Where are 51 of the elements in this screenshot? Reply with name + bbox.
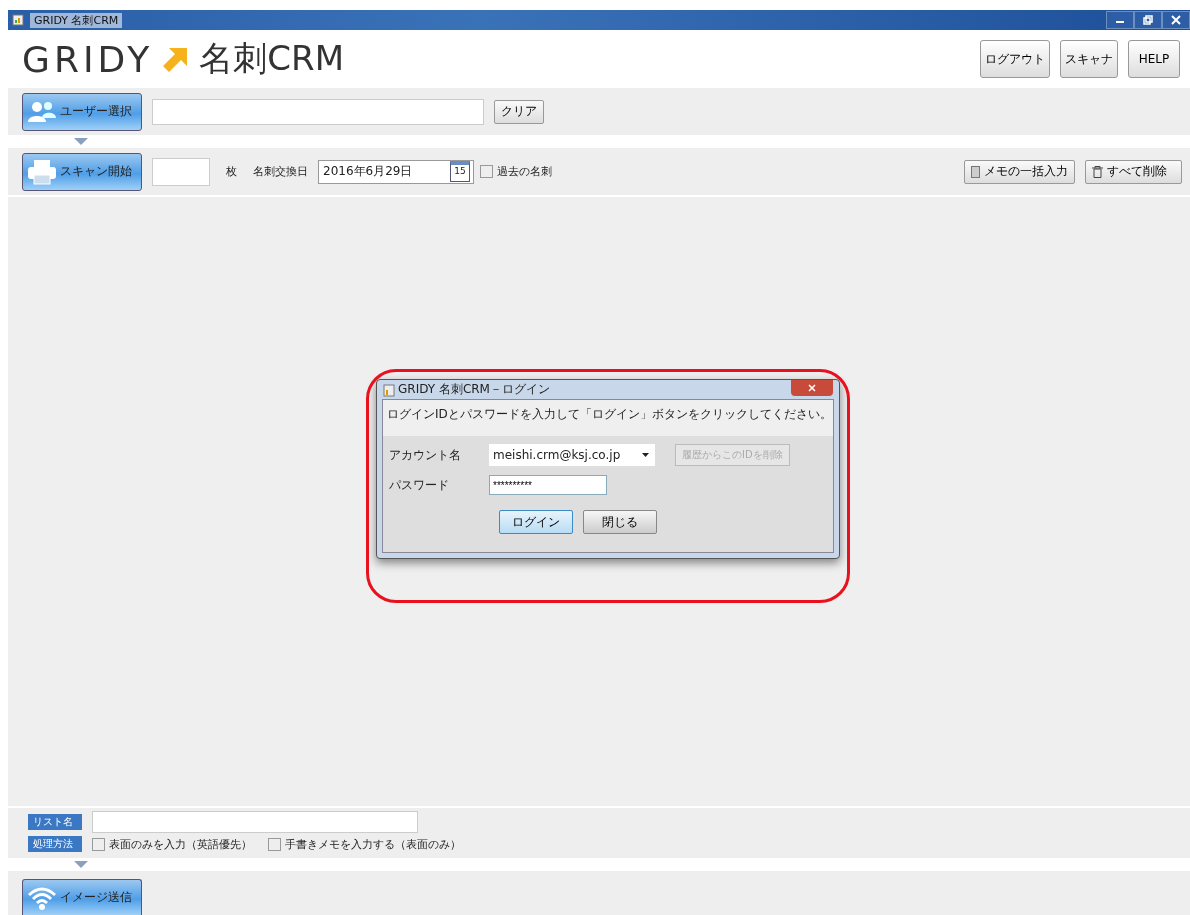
header-button[interactable]: ログアウト bbox=[980, 40, 1050, 78]
list-name-field[interactable] bbox=[92, 811, 418, 833]
image-send-button[interactable]: イメージ送信 bbox=[22, 879, 142, 915]
close-icon bbox=[1171, 15, 1181, 25]
header-button[interactable]: スキャナ bbox=[1060, 40, 1118, 78]
user-field[interactable] bbox=[152, 98, 484, 125]
app-icon bbox=[383, 382, 395, 397]
app-icon bbox=[12, 14, 24, 26]
login-button[interactable]: ログイン bbox=[499, 510, 573, 534]
date-label: 名刺交換日 bbox=[253, 164, 308, 179]
option-label: 表面のみを入力（英語優先） bbox=[109, 836, 252, 852]
window-title: GRIDY 名刺CRM bbox=[30, 12, 123, 28]
restore-icon bbox=[1143, 15, 1153, 25]
clear-button[interactable]: クリア bbox=[494, 99, 544, 124]
scan-start-button[interactable]: スキャン開始 bbox=[22, 152, 142, 191]
close-icon bbox=[808, 384, 816, 392]
close-dialog-button[interactable]: 閉じる bbox=[583, 510, 657, 534]
past-cards-label: 過去の名刺 bbox=[497, 164, 552, 179]
password-field[interactable]: ********** bbox=[489, 475, 607, 495]
header-button[interactable]: HELP bbox=[1128, 40, 1180, 78]
option-checkbox[interactable] bbox=[92, 837, 105, 851]
option-label: 手書きメモを入力する（表面のみ） bbox=[285, 836, 461, 852]
close-button[interactable] bbox=[791, 380, 833, 396]
users-icon bbox=[27, 99, 57, 124]
product-name: 名刺CRM bbox=[199, 37, 344, 80]
note-icon bbox=[971, 165, 980, 178]
dropdown-icon bbox=[642, 453, 649, 457]
user-select-button[interactable]: ユーザー選択 bbox=[22, 92, 142, 131]
list-name-label: リスト名 bbox=[28, 814, 82, 830]
calendar-button[interactable]: 15 bbox=[450, 161, 470, 182]
down-arrow-icon bbox=[74, 138, 88, 145]
printer-icon bbox=[27, 158, 57, 185]
account-label: アカウント名 bbox=[389, 446, 462, 464]
count-field[interactable] bbox=[152, 157, 210, 186]
down-arrow-icon bbox=[74, 861, 88, 868]
trash-icon bbox=[1092, 165, 1103, 178]
past-cards-checkbox[interactable] bbox=[480, 165, 493, 178]
instruction-text: ログインIDとパスワードを入力して「ログイン」ボタンをクリックしてください。 bbox=[383, 400, 833, 436]
password-label: パスワード bbox=[389, 476, 450, 494]
brand-logo: GRIDY bbox=[22, 38, 154, 80]
wifi-icon bbox=[27, 884, 57, 911]
account-dropdown[interactable]: meishi.crm@ksj.co.jp bbox=[489, 444, 655, 466]
delete-all-button[interactable]: すべて削除 bbox=[1085, 159, 1182, 184]
dialog-title: GRIDY 名刺CRM－ログイン bbox=[398, 381, 550, 398]
close-button[interactable] bbox=[1162, 11, 1190, 29]
minimize-button[interactable] bbox=[1106, 11, 1134, 29]
unit-label: 枚 bbox=[226, 164, 237, 179]
method-label: 処理方法 bbox=[28, 836, 82, 852]
option-checkbox[interactable] bbox=[268, 837, 281, 851]
restore-button[interactable] bbox=[1134, 11, 1162, 29]
memo-bulk-button[interactable]: メモの一括入力 bbox=[964, 159, 1075, 184]
